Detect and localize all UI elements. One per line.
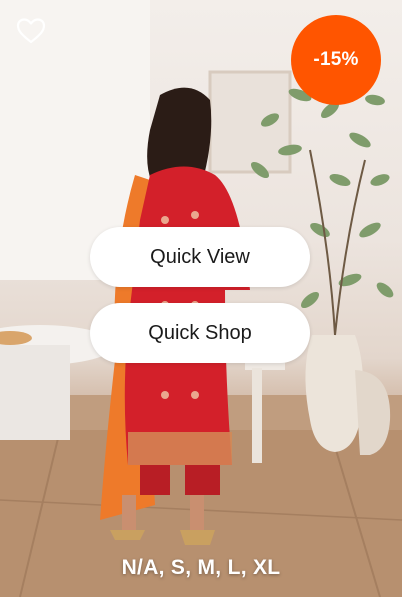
wall-frame [208, 70, 292, 174]
quick-shop-label: Quick Shop [148, 321, 252, 344]
plant-vase [305, 335, 364, 452]
discount-text: -15% [313, 49, 359, 70]
product-card[interactable]: -15% Quick View Quick Shop N/A, S, M, L,… [0, 0, 402, 597]
discount-badge: -15% [291, 15, 381, 105]
quick-shop-button[interactable]: Quick Shop [90, 303, 310, 363]
heart-icon[interactable] [16, 17, 46, 45]
quick-view-button[interactable]: Quick View [90, 227, 310, 287]
size-list: N/A, S, M, L, XL [121, 556, 281, 579]
quick-view-label: Quick View [150, 245, 250, 268]
